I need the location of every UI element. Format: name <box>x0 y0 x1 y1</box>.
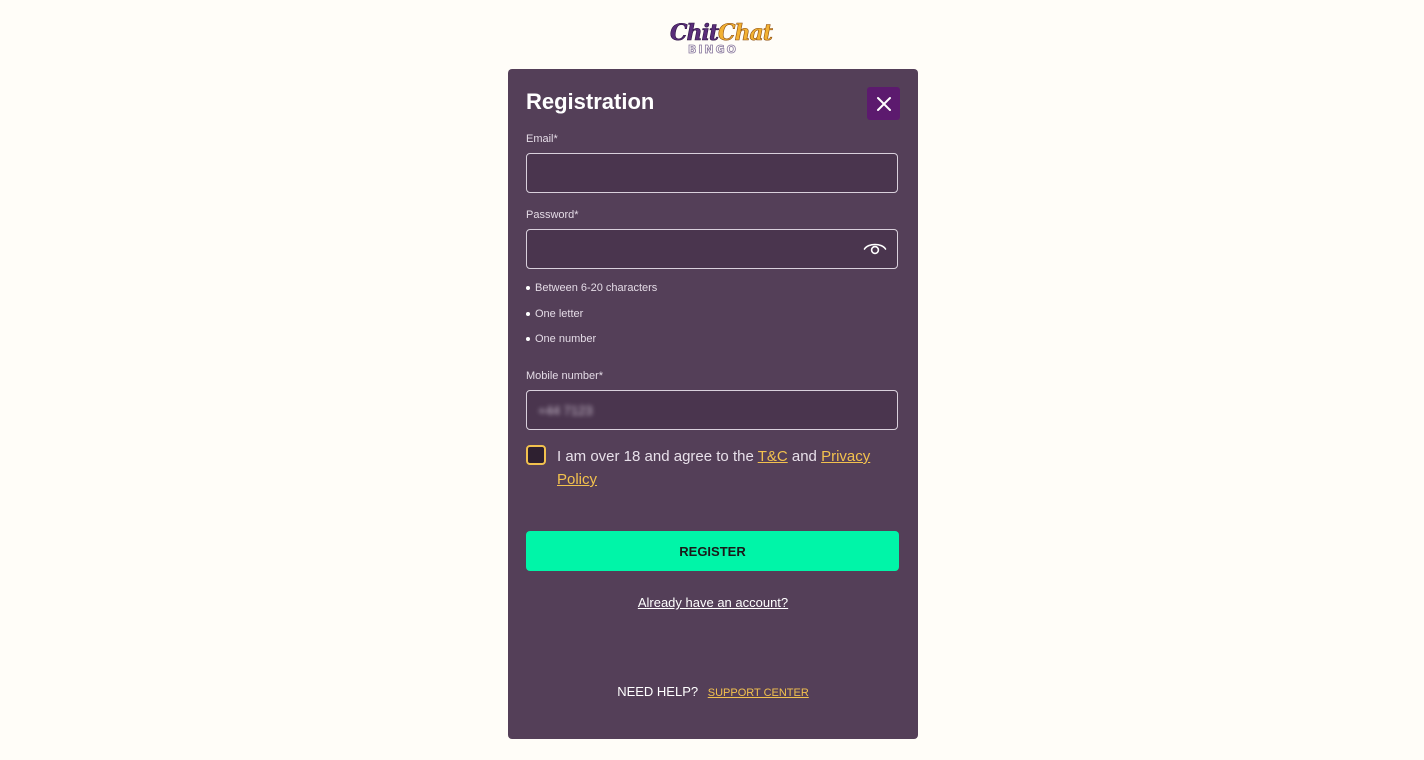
password-label: Password* <box>526 209 579 221</box>
mobile-label: Mobile number* <box>526 370 604 382</box>
modal-title: Registration <box>526 89 655 114</box>
password-rule: Between 6-20 characters <box>526 279 657 305</box>
need-help-text: NEED HELP? <box>617 684 699 699</box>
password-rule: One letter <box>526 305 657 331</box>
show-password-button[interactable] <box>860 236 890 262</box>
help-section: NEED HELP? SUPPORT CENTER <box>508 684 918 699</box>
registration-page: ChitChat BINGO Registration Email* Passw… <box>0 0 1424 760</box>
age-terms-checkbox[interactable] <box>526 445 546 465</box>
terms-link[interactable]: T&C <box>758 448 788 465</box>
close-button[interactable] <box>867 87 900 120</box>
login-link-container: Already have an account? <box>508 595 918 610</box>
mobile-number-field[interactable] <box>526 390 898 430</box>
support-center-link[interactable]: SUPPORT CENTER <box>708 687 809 699</box>
registration-modal: Registration Email* Password* Between 6-… <box>508 69 918 739</box>
chitchat-bingo-logo[interactable]: ChitChat BINGO <box>670 20 774 60</box>
email-field[interactable] <box>526 153 898 193</box>
close-icon <box>876 96 891 111</box>
eye-icon <box>863 243 887 254</box>
password-field[interactable] <box>526 229 898 269</box>
email-label: Email* <box>526 133 558 145</box>
terms-agreement-text: I am over 18 and agree to the T&C and Pr… <box>557 448 871 488</box>
already-have-account-link[interactable]: Already have an account? <box>638 595 788 610</box>
password-rule: One number <box>526 330 657 356</box>
password-rules: Between 6-20 characters One letter One n… <box>526 279 657 356</box>
register-button[interactable]: REGISTER <box>526 531 899 571</box>
